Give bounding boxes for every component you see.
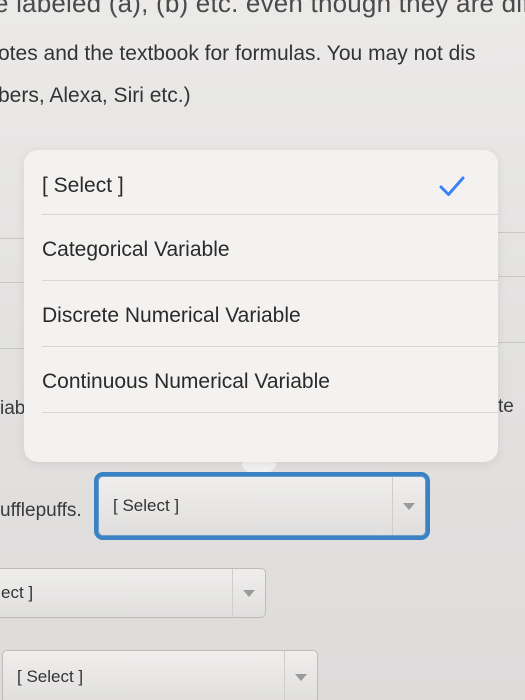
dropdown-option-discrete[interactable]: Discrete Numerical Variable — [42, 284, 498, 348]
option-label: [ Select ] — [42, 174, 124, 197]
dropdown-option-categorical[interactable]: Categorical Variable — [42, 218, 498, 282]
dropdown-option-select[interactable]: [ Select ] — [42, 154, 498, 218]
option-label: Categorical Variable — [42, 238, 230, 261]
answer-select-active[interactable]: [ Select ] — [94, 472, 430, 540]
answer-select-3[interactable]: [ Select ] — [2, 650, 318, 700]
instructions-line-1: otes and the textbook for formulas. You … — [0, 42, 476, 65]
question-text-fragment-left: iab — [0, 398, 26, 419]
option-divider — [42, 346, 498, 347]
question-label: ufflepuffs. — [0, 500, 82, 521]
select-value: [ Select ] — [17, 667, 84, 686]
quiz-page: e labeled (a), (b) etc. even though they… — [0, 0, 525, 700]
background-rule — [0, 282, 24, 283]
background-rule — [0, 238, 24, 239]
checkmark-icon — [439, 176, 465, 196]
background-rule — [0, 348, 24, 349]
background-rule — [498, 342, 525, 343]
select-caret — [392, 477, 425, 535]
option-divider — [42, 412, 498, 413]
instructions-line-2: bers, Alexa, Siri etc.) — [0, 84, 191, 107]
option-label: Continuous Numerical Variable — [42, 370, 330, 393]
option-divider — [42, 214, 498, 215]
background-rule — [498, 232, 525, 233]
dropdown-menu: [ Select ] Categorical Variable Discrete… — [24, 150, 498, 462]
select-value: [ Select ] — [113, 496, 180, 515]
chevron-down-icon — [403, 502, 415, 510]
instructions-heading-partial: e labeled (a), (b) etc. even though they… — [0, 0, 525, 18]
background-rule — [498, 276, 525, 277]
select-value: ect ] — [1, 583, 34, 602]
option-divider — [42, 280, 498, 281]
chevron-down-icon — [243, 589, 255, 597]
chevron-down-icon — [295, 673, 307, 681]
dropdown-option-continuous[interactable]: Continuous Numerical Variable — [42, 350, 498, 414]
question-text-fragment-right: te — [498, 396, 514, 417]
select-caret — [232, 569, 265, 617]
select-caret — [284, 651, 317, 700]
option-label: Discrete Numerical Variable — [42, 304, 301, 327]
answer-select-2[interactable]: ect ] — [0, 568, 266, 618]
